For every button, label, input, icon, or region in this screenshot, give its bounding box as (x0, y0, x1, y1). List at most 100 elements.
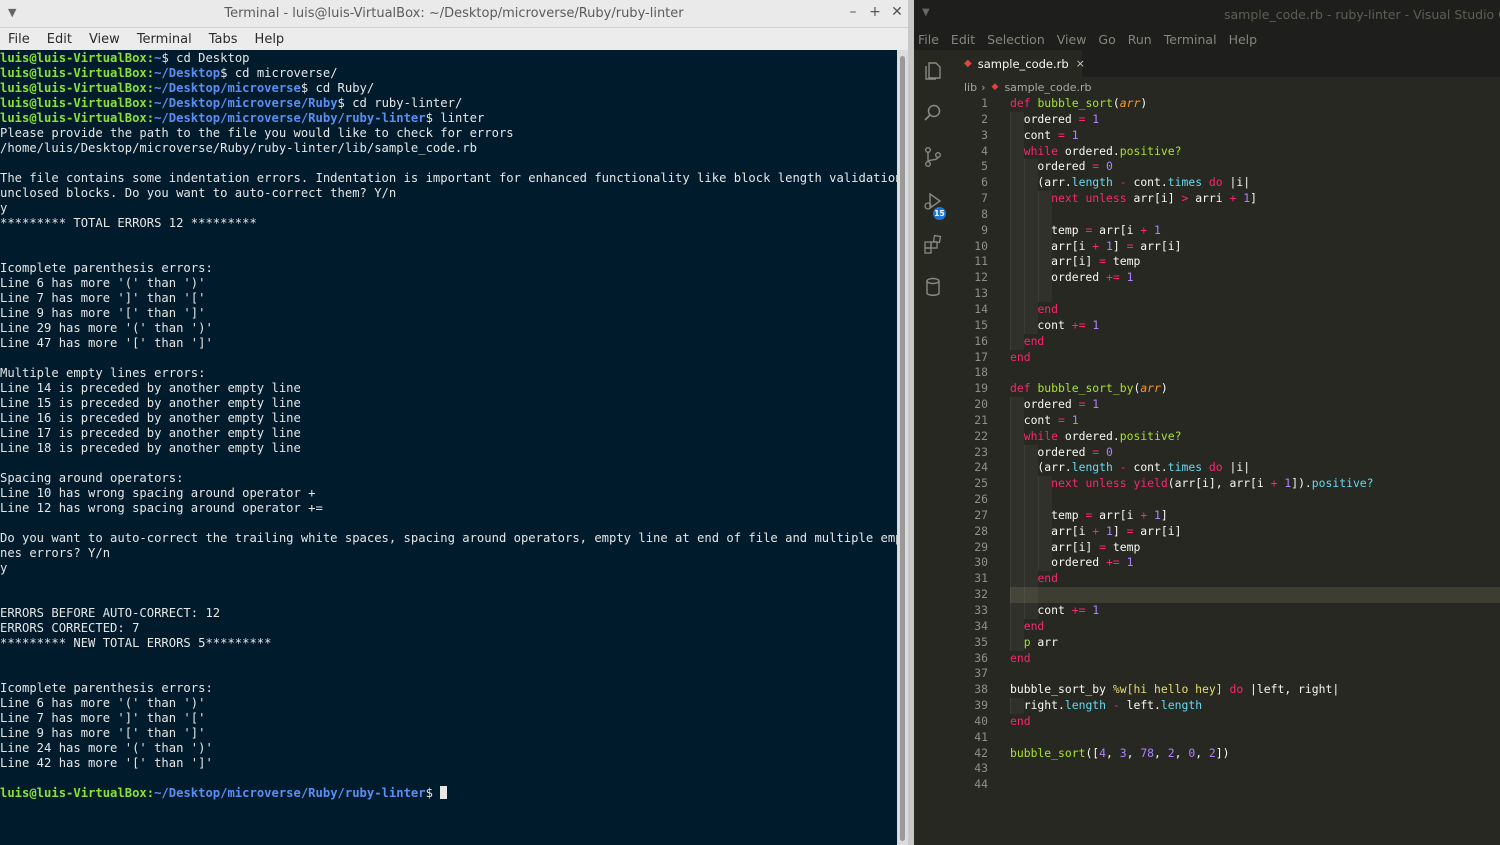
code-line[interactable]: ordered = 1 (1010, 397, 1500, 413)
menu-help[interactable]: Help (255, 32, 285, 47)
menu-go[interactable]: Go (1098, 32, 1115, 47)
breadcrumb-folder[interactable]: lib (964, 81, 977, 94)
code-line[interactable]: def bubble_sort(arr) (1010, 96, 1500, 112)
line-number: 17 (974, 349, 988, 364)
code-token: 0 (1106, 444, 1113, 459)
menu-view[interactable]: View (1057, 32, 1087, 47)
code-content[interactable]: def bubble_sort(arr) ordered = 1 cont = … (1010, 96, 1500, 793)
code-line[interactable] (1010, 777, 1500, 793)
code-line[interactable]: bubble_sort([4, 3, 78, 2, 0, 2]) (1010, 746, 1500, 762)
code-token: += (1106, 270, 1120, 285)
code-line[interactable]: (arr.length - cont.times do |i| (1010, 175, 1500, 192)
code-line[interactable]: cont += 1 (1010, 317, 1500, 334)
code-line[interactable] (1010, 206, 1500, 223)
prompt-command: cd microverse/ (234, 66, 338, 80)
close-tab-icon[interactable]: × (1076, 57, 1085, 70)
line-number: 22 (974, 428, 988, 443)
code-line[interactable]: end (1010, 350, 1500, 366)
code-token: 1 (1154, 222, 1161, 237)
code-line[interactable]: end (1010, 571, 1500, 588)
code-line[interactable]: arr[i] = temp (1010, 254, 1500, 271)
code-token: ( (1112, 96, 1120, 110)
minimize-icon[interactable]: – (844, 4, 862, 20)
code-line[interactable] (1010, 365, 1500, 381)
code-line[interactable]: ordered = 1 (1010, 111, 1500, 128)
menu-terminal[interactable]: Terminal (137, 32, 192, 47)
menu-run[interactable]: Run (1128, 32, 1152, 47)
prompt-path: ~/Desktop (154, 66, 221, 80)
code-token: ordered. (1058, 428, 1120, 443)
indent-guide (1024, 286, 1038, 302)
code-line[interactable]: bubble_sort_by %w[hi hello hey] do |left… (1010, 682, 1500, 698)
menu-file[interactable]: File (918, 32, 939, 47)
code-line[interactable]: right.length - left.length (1010, 698, 1500, 714)
extensions-icon[interactable] (922, 233, 944, 255)
code-line[interactable]: p arr (1010, 634, 1500, 651)
terminal-prompt-line: luis@luis-VirtualBox:~/Desktop/microvers… (0, 81, 375, 95)
code-line[interactable]: arr[i + 1] = arr[i] (1010, 238, 1500, 255)
menu-edit[interactable]: Edit (951, 32, 975, 47)
code-line[interactable]: (arr.length - cont.times do |i| (1010, 460, 1500, 477)
code-line[interactable]: next unless yield(arr[i], arr[i + 1]).po… (1010, 476, 1500, 493)
explorer-icon[interactable] (922, 60, 944, 82)
source-control-icon[interactable] (922, 146, 944, 168)
window-menu-icon[interactable]: ▼ (922, 7, 930, 18)
line-number: 23 (974, 444, 988, 459)
code-line[interactable] (1010, 492, 1500, 508)
breadcrumb-file[interactable]: sample_code.rb (1004, 81, 1091, 94)
code-line[interactable]: cont = 1 (1010, 127, 1500, 144)
code-line[interactable]: temp = arr[i + 1] (1010, 507, 1500, 524)
search-icon[interactable] (922, 102, 944, 124)
code-line[interactable]: ordered += 1 (1010, 555, 1500, 572)
code-line[interactable]: cont = 1 (1010, 412, 1500, 429)
terminal-output-line: ********* TOTAL ERRORS 12 ********* (0, 216, 257, 230)
code-line[interactable]: arr[i] = temp (1010, 539, 1500, 556)
database-icon[interactable] (922, 276, 944, 298)
code-token: ]) (1215, 745, 1230, 760)
menu-terminal[interactable]: Terminal (1164, 32, 1217, 47)
terminal-scrollbar[interactable] (897, 50, 908, 845)
menu-help[interactable]: Help (1229, 32, 1258, 47)
code-line[interactable]: end (1010, 301, 1500, 318)
code-line[interactable]: ordered = 0 (1010, 444, 1500, 461)
menu-selection[interactable]: Selection (987, 32, 1045, 47)
menu-view[interactable]: View (89, 32, 120, 47)
code-line[interactable]: while ordered.positive? (1010, 428, 1500, 445)
tab-sample-code[interactable]: ◆ sample_code.rb × (952, 50, 1085, 77)
code-line[interactable]: end (1010, 651, 1500, 667)
code-token: ) (1160, 381, 1168, 396)
code-line[interactable] (1010, 286, 1500, 302)
code-line[interactable]: ordered += 1 (1010, 270, 1500, 287)
run-debug-icon[interactable] (922, 190, 944, 212)
code-line[interactable]: def bubble_sort_by(arr) (1010, 381, 1500, 397)
code-line[interactable] (1010, 587, 1500, 603)
indent-guide (1024, 492, 1038, 508)
scrollbar-thumb[interactable] (900, 56, 905, 841)
code-token: , (1126, 745, 1141, 760)
code-line[interactable]: end (1010, 618, 1500, 635)
code-line[interactable] (1010, 666, 1500, 682)
line-number: 7 (981, 191, 988, 206)
code-line[interactable]: cont += 1 (1010, 603, 1500, 619)
menu-file[interactable]: File (8, 32, 30, 47)
code-line[interactable]: arr[i + 1] = arr[i] (1010, 523, 1500, 540)
code-line[interactable] (1010, 761, 1500, 777)
code-line[interactable]: end (1010, 714, 1500, 730)
terminal-output-line: Line 17 is preceded by another empty lin… (0, 426, 301, 440)
menu-edit[interactable]: Edit (47, 32, 72, 47)
code-line[interactable]: next unless arr[i] > arri + 1] (1010, 191, 1500, 207)
terminal-output[interactable]: luis@luis-VirtualBox:~$ cd Desktop luis@l… (0, 50, 897, 845)
maximize-icon[interactable]: + (866, 4, 884, 20)
close-icon[interactable]: ✕ (888, 4, 906, 20)
code-token: temp (1106, 254, 1141, 269)
code-line[interactable]: temp = arr[i + 1 (1010, 222, 1500, 239)
code-line[interactable] (1010, 730, 1500, 746)
code-line[interactable]: ordered = 0 (1010, 159, 1500, 176)
code-token: ([ (1085, 745, 1100, 760)
code-line[interactable]: end (1010, 333, 1500, 350)
menu-tabs[interactable]: Tabs (209, 32, 238, 47)
code-line[interactable]: while ordered.positive? (1010, 143, 1500, 160)
code-editor[interactable]: 1 2 3 4 5 6 7 8 9 10 11 12 13 14 15 16 17 18 19 20 21 22 23 24 2… (952, 96, 1500, 845)
